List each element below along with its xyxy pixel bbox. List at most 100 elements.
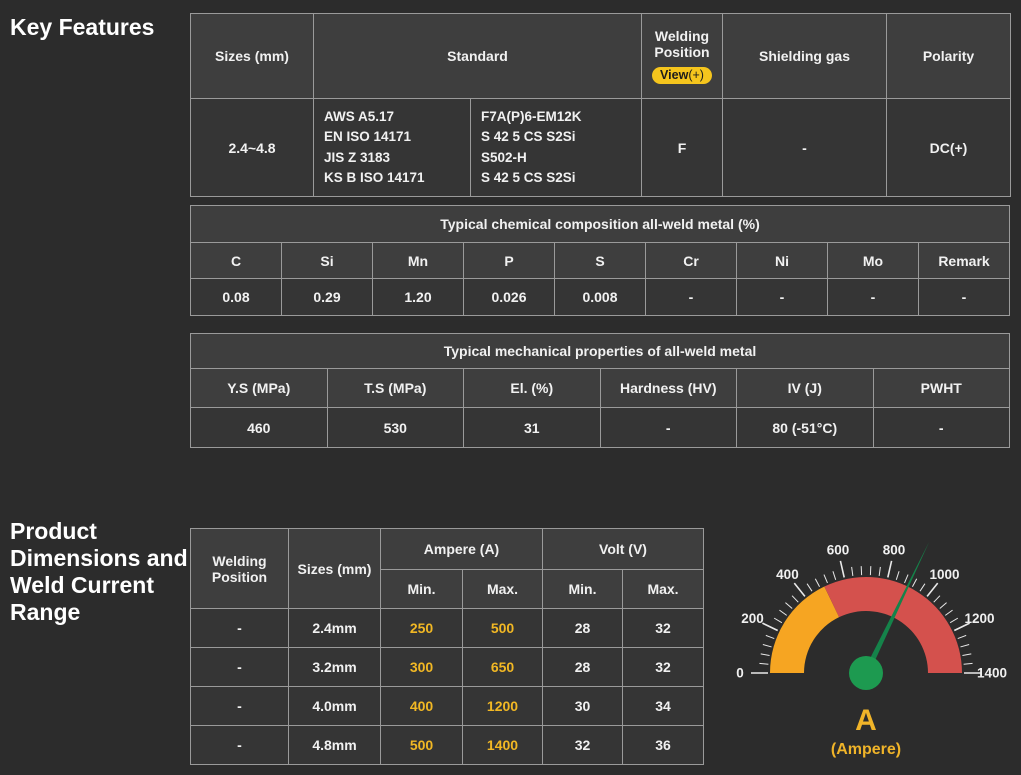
standard-class-line: S 42 5 CS S2Si: [481, 168, 631, 188]
cur-volt-max: 32: [623, 609, 704, 648]
gauge-tick: [766, 635, 774, 638]
chem-value-si: 0.29: [282, 279, 373, 316]
mech-value-el: 31: [464, 408, 601, 448]
cur-ampere-max: 1400: [463, 726, 543, 765]
cur-header-volt: Volt (V): [543, 529, 704, 570]
standard-code-line: EN ISO 14171: [324, 127, 460, 147]
table-row: - 4.8mm 500 1400 32 36: [191, 726, 704, 765]
gauge-tick-label: 1200: [964, 611, 994, 626]
gauge-tick-label: 0: [736, 666, 744, 681]
cur-header-ampere-min: Min.: [381, 570, 463, 609]
mech-header-iv: IV (J): [737, 369, 874, 408]
chem-value-p: 0.026: [464, 279, 555, 316]
gauge-tick: [807, 584, 812, 592]
gauge-tick: [934, 596, 940, 603]
view-badge-plus: (+): [688, 68, 704, 82]
ampere-gauge: 0200400600800100012001400A(Ampere): [706, 520, 1021, 770]
gauge-tick-label: 1000: [930, 567, 960, 582]
chem-value-remark: -: [919, 279, 1010, 316]
gauge-tick: [779, 610, 786, 615]
cur-size: 4.0mm: [289, 687, 381, 726]
gauge-tick: [792, 596, 798, 603]
spec-header-sizes: Sizes (mm): [191, 14, 314, 99]
welding-position-label: Welding Position: [642, 28, 722, 60]
gauge-tick: [762, 623, 777, 630]
chem-header-s: S: [555, 243, 646, 279]
gauge-segment: [770, 587, 839, 673]
cur-volt-min: 32: [543, 726, 623, 765]
cur-pos: -: [191, 687, 289, 726]
view-badge-text: View: [660, 68, 688, 82]
standard-class-line: S502-H: [481, 148, 631, 168]
spec-shielding-gas-value: -: [723, 99, 887, 197]
gauge-tick: [905, 575, 909, 583]
cur-volt-min: 28: [543, 609, 623, 648]
spec-table: Sizes (mm) Standard Welding Position Vie…: [190, 13, 1011, 197]
gauge-tick: [920, 584, 925, 592]
spec-header-welding-position: Welding Position View(+): [642, 14, 723, 99]
spec-standard-classes-cell: F7A(P)6-EM12K S 42 5 CS S2Si S502-H S 42…: [471, 99, 642, 197]
chem-header-cr: Cr: [646, 243, 737, 279]
cur-header-sizes: Sizes (mm): [289, 529, 381, 609]
chemical-composition-table: Typical chemical composition all-weld me…: [190, 205, 1010, 316]
gauge-tick: [940, 603, 947, 609]
gauge-tick-label: 600: [827, 543, 850, 558]
cur-ampere-min: 500: [381, 726, 463, 765]
gauge-tick: [912, 579, 916, 587]
gauge-tick-label: 1400: [977, 666, 1007, 681]
standard-code-line: JIS Z 3183: [324, 148, 460, 168]
gauge-tick: [879, 567, 880, 576]
chem-value-cr: -: [646, 279, 737, 316]
cur-header-ampere-max: Max.: [463, 570, 543, 609]
chem-header-remark: Remark: [919, 243, 1010, 279]
table-row: - 3.2mm 300 650 28 32: [191, 648, 704, 687]
mechanical-properties-table: Typical mechanical properties of all-wel…: [190, 333, 1010, 448]
cur-size: 4.8mm: [289, 726, 381, 765]
cur-header-ampere: Ampere (A): [381, 529, 543, 570]
cur-volt-max: 36: [623, 726, 704, 765]
cur-ampere-max: 1200: [463, 687, 543, 726]
gauge-tick: [896, 571, 899, 580]
cur-ampere-max: 650: [463, 648, 543, 687]
chem-header-c: C: [191, 243, 282, 279]
chem-value-s: 0.008: [555, 279, 646, 316]
mech-header-pwht: PWHT: [873, 369, 1010, 408]
standard-code-line: AWS A5.17: [324, 107, 460, 127]
chemical-table-title: Typical chemical composition all-weld me…: [191, 206, 1010, 243]
cur-ampere-min: 400: [381, 687, 463, 726]
key-features-heading: Key Features: [10, 14, 185, 41]
cur-header-volt-min: Min.: [543, 570, 623, 609]
chem-value-mn: 1.20: [373, 279, 464, 316]
cur-pos: -: [191, 609, 289, 648]
chem-value-mo: -: [828, 279, 919, 316]
chem-header-p: P: [464, 243, 555, 279]
cur-pos: -: [191, 648, 289, 687]
gauge-tick: [950, 618, 958, 623]
standard-code-line: KS B ISO 14171: [324, 168, 460, 188]
cur-size: 3.2mm: [289, 648, 381, 687]
gauge-tick: [763, 645, 772, 647]
mech-header-hardness: Hardness (HV): [600, 369, 737, 408]
gauge-tick: [960, 645, 969, 647]
gauge-tick-label: 200: [741, 611, 764, 626]
spec-welding-position-value: F: [642, 99, 723, 197]
standard-class-line: F7A(P)6-EM12K: [481, 107, 631, 127]
view-positions-button[interactable]: View(+): [652, 67, 712, 84]
cur-volt-max: 34: [623, 687, 704, 726]
gauge-tick: [774, 618, 782, 623]
gauge-unit-sub-label: (Ampere): [831, 741, 901, 758]
mech-value-pwht: -: [873, 408, 1010, 448]
gauge-hub: [849, 656, 883, 690]
cur-header-welding-position: Welding Position: [191, 529, 289, 609]
gauge-tick: [958, 635, 966, 638]
mech-value-ys: 460: [191, 408, 328, 448]
cur-pos: -: [191, 726, 289, 765]
weld-current-range-table: Welding Position Sizes (mm) Ampere (A) V…: [190, 528, 704, 765]
cur-volt-min: 28: [543, 648, 623, 687]
chem-header-si: Si: [282, 243, 373, 279]
chem-value-c: 0.08: [191, 279, 282, 316]
mech-value-ts: 530: [327, 408, 464, 448]
gauge-tick: [964, 663, 973, 664]
gauge-tick: [927, 583, 938, 596]
gauge-tick-label: 800: [883, 543, 906, 558]
